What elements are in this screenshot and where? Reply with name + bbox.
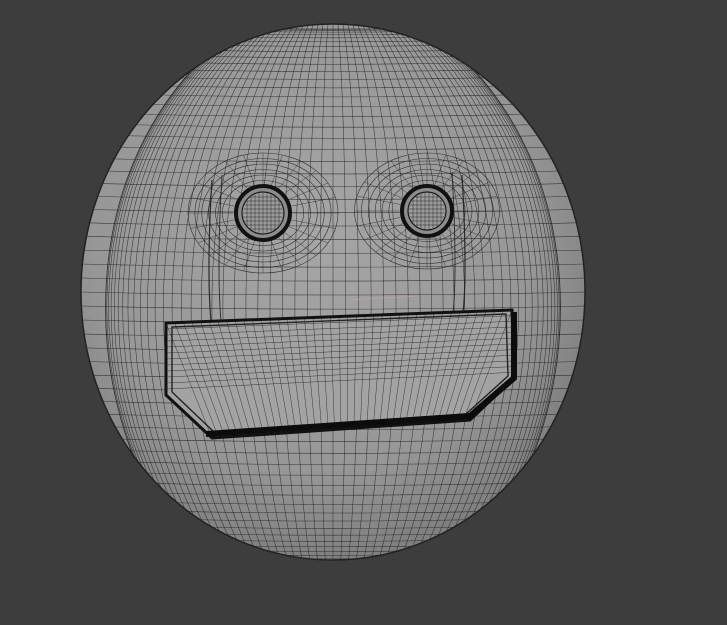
mouth-inset <box>164 308 517 440</box>
scene-canvas[interactable] <box>0 0 727 625</box>
left-eye <box>234 184 292 242</box>
right-eye <box>400 184 454 238</box>
3d-viewport[interactable] <box>0 0 727 625</box>
